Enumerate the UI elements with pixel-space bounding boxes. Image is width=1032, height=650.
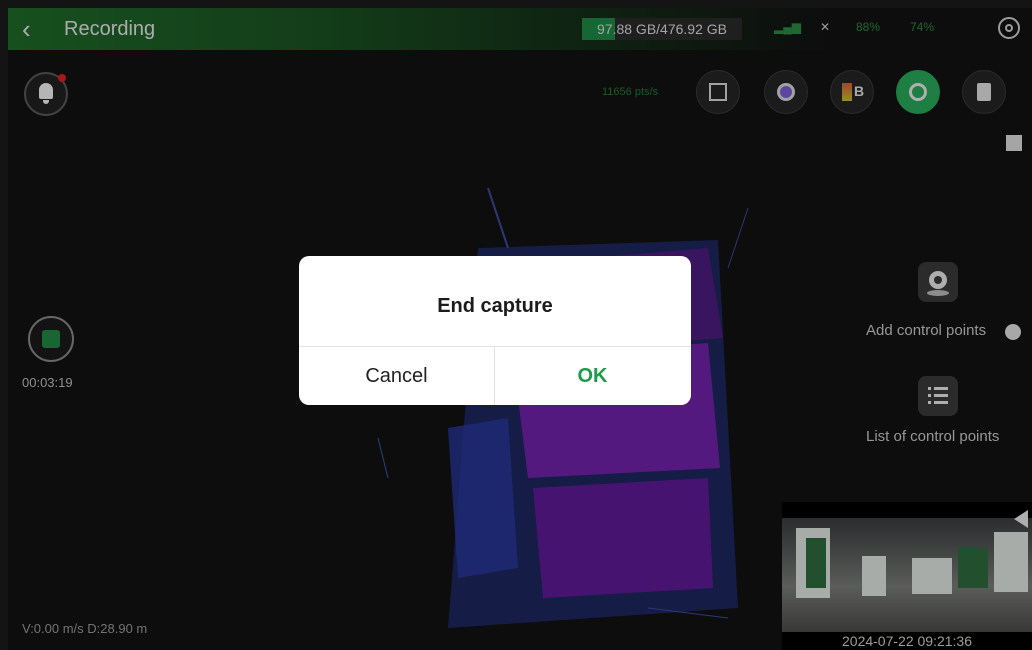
app-frame: ‹ Recording 97.88 GB/476.92 GB ▂▄▆ ✕ 88%…	[8, 8, 1032, 650]
ok-button[interactable]: OK	[495, 347, 690, 405]
dialog-title: End capture	[437, 295, 553, 317]
cancel-button[interactable]: Cancel	[299, 347, 494, 405]
end-capture-dialog: End capture Cancel OK	[299, 256, 691, 405]
